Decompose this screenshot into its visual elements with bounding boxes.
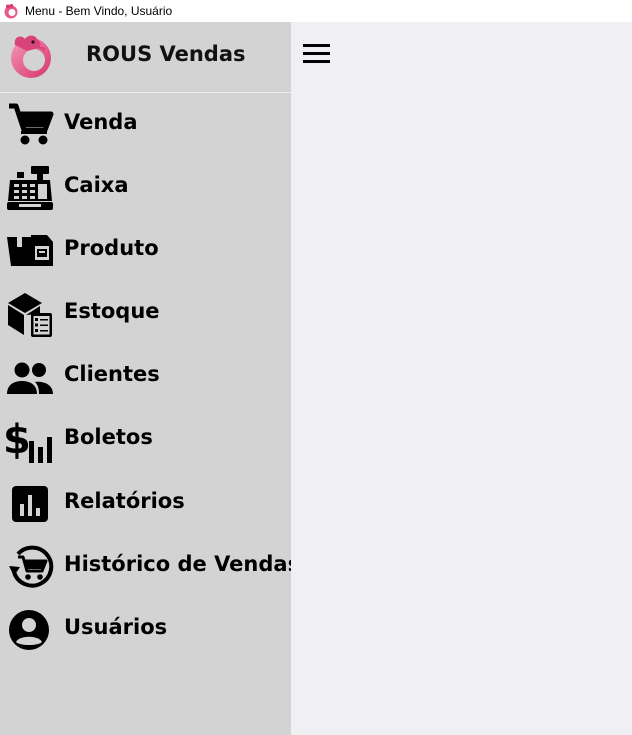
product-box-icon (7, 235, 53, 266)
sidebar-item-clientes[interactable]: Clientes (0, 346, 291, 406)
brand-header: ROUS Vendas (0, 22, 291, 93)
sidebar-item-label: Histórico de Vendas (64, 552, 301, 576)
svg-text:$: $ (5, 417, 31, 463)
shopping-cart-icon (9, 103, 54, 145)
window-title: Menu - Bem Vindo, Usuário (25, 4, 173, 18)
app-window: Menu - Bem Vindo, Usuário ROUS Vendas Ve… (0, 0, 632, 735)
sidebar-item-label: Venda (64, 110, 138, 134)
brand-name: ROUS Vendas (86, 42, 246, 66)
bar-chart-icon (12, 486, 48, 522)
sidebar-item-relatorios[interactable]: Relatórios (0, 473, 291, 533)
sidebar-item-estoque[interactable]: Estoque (0, 283, 291, 343)
cash-register-icon (7, 166, 53, 210)
sidebar-item-usuarios[interactable]: Usuários (0, 599, 291, 659)
hamburger-menu-icon[interactable] (303, 44, 331, 66)
dollar-chart-icon: $ (5, 417, 52, 463)
sidebar-item-boletos[interactable]: $ Boletos (0, 409, 291, 469)
sidebar-item-label: Relatórios (64, 489, 185, 513)
sidebar-item-label: Clientes (64, 362, 160, 386)
sidebar-item-historico-de-vendas[interactable]: Histórico de Vendas (0, 536, 300, 596)
sidebar: ROUS Vendas Venda Caixa Produto Estoque … (0, 22, 300, 735)
cart-history-icon (9, 545, 54, 588)
user-circle-icon (9, 610, 49, 650)
sidebar-item-label: Produto (64, 236, 159, 260)
app-icon (4, 4, 18, 19)
sidebar-item-label: Boletos (64, 425, 153, 449)
sidebar-item-label: Estoque (64, 299, 160, 323)
sidebar-item-produto[interactable]: Produto (0, 220, 291, 280)
inventory-icon (8, 293, 52, 337)
sidebar-item-label: Usuários (64, 615, 168, 639)
sidebar-item-label: Caixa (64, 173, 129, 197)
sidebar-item-venda[interactable]: Venda (0, 94, 291, 154)
people-icon (7, 362, 53, 394)
title-bar: Menu - Bem Vindo, Usuário (0, 0, 632, 22)
rat-logo-icon (11, 35, 51, 78)
sidebar-item-caixa[interactable]: Caixa (0, 157, 291, 217)
main-content (291, 22, 632, 735)
